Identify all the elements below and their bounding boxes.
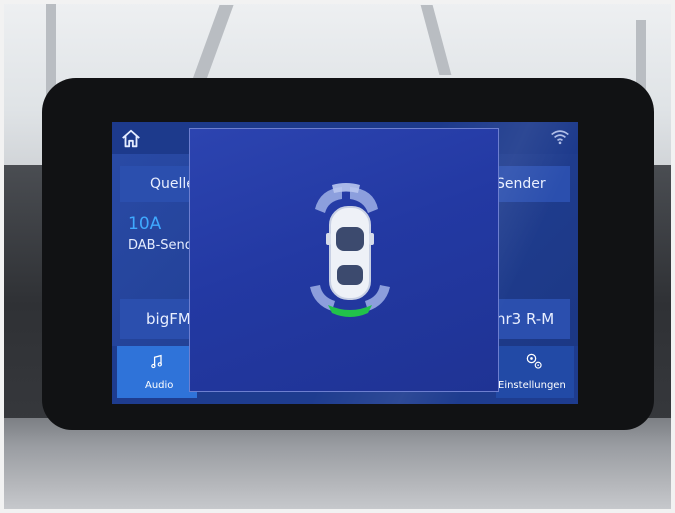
image-frame bbox=[0, 0, 675, 513]
